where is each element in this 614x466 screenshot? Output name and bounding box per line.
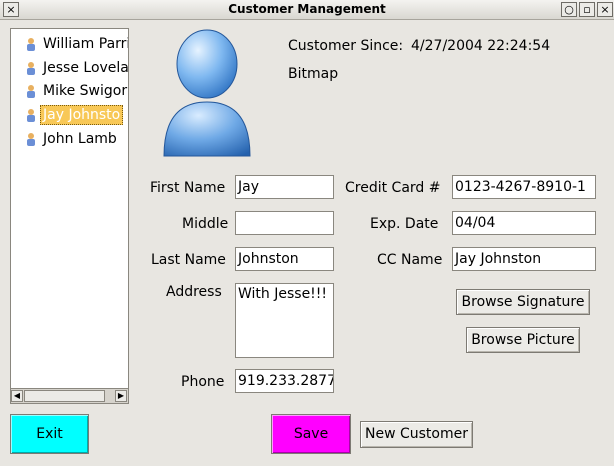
cc-name-label: CC Name (377, 252, 443, 268)
list-item[interactable]: John Lamb (25, 129, 128, 149)
middle-label: Middle (182, 216, 229, 232)
exp-date-field[interactable]: 04/04 (452, 211, 596, 235)
list-item-label: Jesse Lovela (43, 60, 129, 76)
list-item-label: John Lamb (43, 131, 117, 147)
exit-button[interactable]: Exit (10, 414, 89, 454)
customer-list[interactable]: William Parri Jesse Lovela Mike Swigor J… (10, 28, 129, 404)
last-name-field[interactable]: Johnston (235, 247, 334, 271)
customer-since-label: Customer Since: (288, 38, 404, 54)
list-item[interactable]: Mike Swigor (25, 81, 128, 101)
first-name-field[interactable]: Jay (235, 175, 334, 199)
person-icon (27, 133, 35, 146)
horizontal-scrollbar[interactable]: ◀ ▶ (11, 388, 128, 403)
customer-since-value: 4/27/2004 22:24:54 (411, 38, 551, 54)
list-item-label: Jay Johnsto (40, 105, 124, 125)
last-name-label: Last Name (151, 252, 226, 268)
address-label: Address (166, 284, 222, 300)
phone-field[interactable]: 919.233.2877 (235, 369, 334, 393)
maximize-icon[interactable]: ▫ (579, 2, 595, 17)
new-customer-button[interactable]: New Customer (360, 421, 473, 448)
list-item-label: Mike Swigor (43, 83, 128, 99)
first-name-label: First Name (150, 180, 226, 196)
list-item-label: William Parri (43, 36, 129, 52)
minimize-icon[interactable]: ○ (561, 2, 577, 17)
scroll-left-icon[interactable]: ◀ (11, 390, 23, 402)
scroll-right-icon[interactable]: ▶ (115, 390, 127, 402)
credit-card-field[interactable]: 0123-4267-8910-1 (452, 175, 596, 199)
person-icon (27, 38, 35, 51)
list-item-selected[interactable]: Jay Johnsto (25, 105, 128, 125)
person-icon (27, 109, 35, 122)
title-bar: × Customer Management ○ ▫ × (0, 0, 614, 20)
address-field[interactable]: With Jesse!!! (235, 283, 334, 358)
list-item[interactable]: Jesse Lovela (25, 58, 129, 78)
person-icon (27, 62, 35, 75)
window-title: Customer Management (228, 2, 386, 16)
list-item[interactable]: William Parri (25, 34, 129, 54)
phone-label: Phone (181, 374, 225, 390)
credit-card-label: Credit Card # (345, 180, 441, 196)
scroll-thumb[interactable] (24, 390, 105, 402)
middle-name-field[interactable] (235, 211, 334, 235)
browse-signature-button[interactable]: Browse Signature (456, 289, 590, 315)
person-icon (27, 85, 35, 98)
window-close-icon[interactable]: × (597, 2, 613, 17)
picture-type: Bitmap (288, 66, 339, 82)
cc-name-field[interactable]: Jay Johnston (452, 247, 596, 271)
customer-picture (163, 29, 251, 157)
save-button[interactable]: Save (271, 414, 351, 454)
browse-picture-button[interactable]: Browse Picture (466, 327, 580, 353)
exp-date-label: Exp. Date (370, 216, 439, 232)
